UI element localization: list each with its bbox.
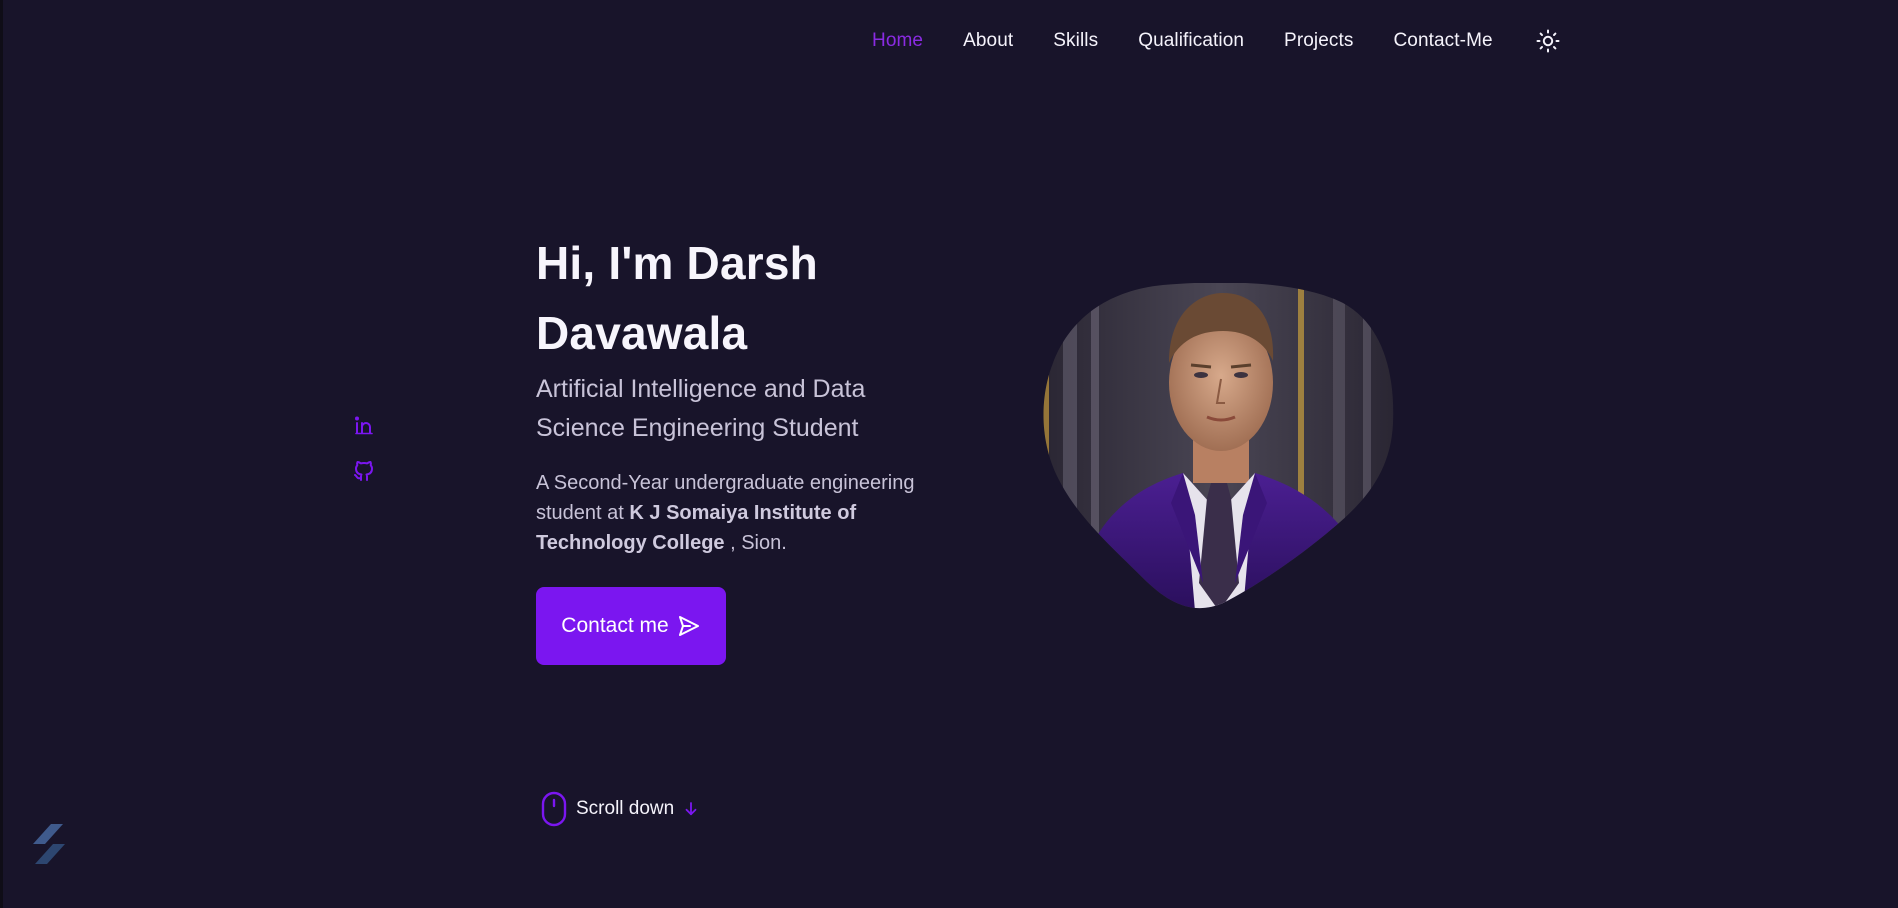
corner-logo[interactable]	[31, 822, 67, 866]
nav-item-projects[interactable]: Projects	[1284, 30, 1353, 51]
github-link[interactable]	[352, 459, 376, 483]
sun-icon	[1536, 29, 1560, 53]
nav-list: Home About Skills Qualification Projects…	[872, 29, 1533, 53]
send-icon	[678, 616, 699, 636]
nav-item-skills[interactable]: Skills	[1053, 30, 1098, 51]
logo-icon	[33, 824, 65, 864]
nav-item-home[interactable]: Home	[872, 30, 923, 51]
linkedin-link[interactable]	[352, 413, 376, 437]
profile-image	[1043, 283, 1395, 611]
top-nav: Home About Skills Qualification Projects…	[3, 0, 1898, 82]
scroll-down-button[interactable]: Scroll down	[540, 791, 700, 827]
page: Home About Skills Qualification Projects…	[3, 0, 1898, 908]
hero-desc-suffix: , Sion.	[724, 532, 787, 554]
hero-title-line1: Hi, I'm Darsh	[536, 237, 818, 289]
profile-blob-svg	[1043, 283, 1394, 609]
arrow-down-icon	[685, 802, 697, 816]
scroll-down-label: Scroll down	[576, 798, 675, 819]
hero-description: A Second-Year undergraduate engineering …	[536, 468, 936, 558]
linkedin-icon	[355, 416, 373, 435]
social-links	[352, 413, 376, 483]
nav-item-contact-me[interactable]: Contact-Me	[1393, 30, 1492, 51]
hero-title-line2: Davawala	[536, 307, 748, 359]
hero-title: Hi, I'm Darsh Davawala	[536, 228, 956, 368]
github-icon	[354, 461, 373, 481]
hero-section: Hi, I'm Darsh Davawala Artificial Intell…	[536, 228, 956, 558]
contact-me-button[interactable]: Contact me	[536, 587, 726, 665]
nav-item-qualification[interactable]: Qualification	[1138, 30, 1244, 51]
hero-subtitle: Artificial Intelligence and Data Science…	[536, 375, 866, 442]
nav-item-about[interactable]: About	[963, 30, 1013, 51]
contact-me-label: Contact me	[561, 614, 669, 637]
theme-toggle-button[interactable]	[1536, 29, 1560, 53]
mouse-icon	[541, 791, 567, 827]
